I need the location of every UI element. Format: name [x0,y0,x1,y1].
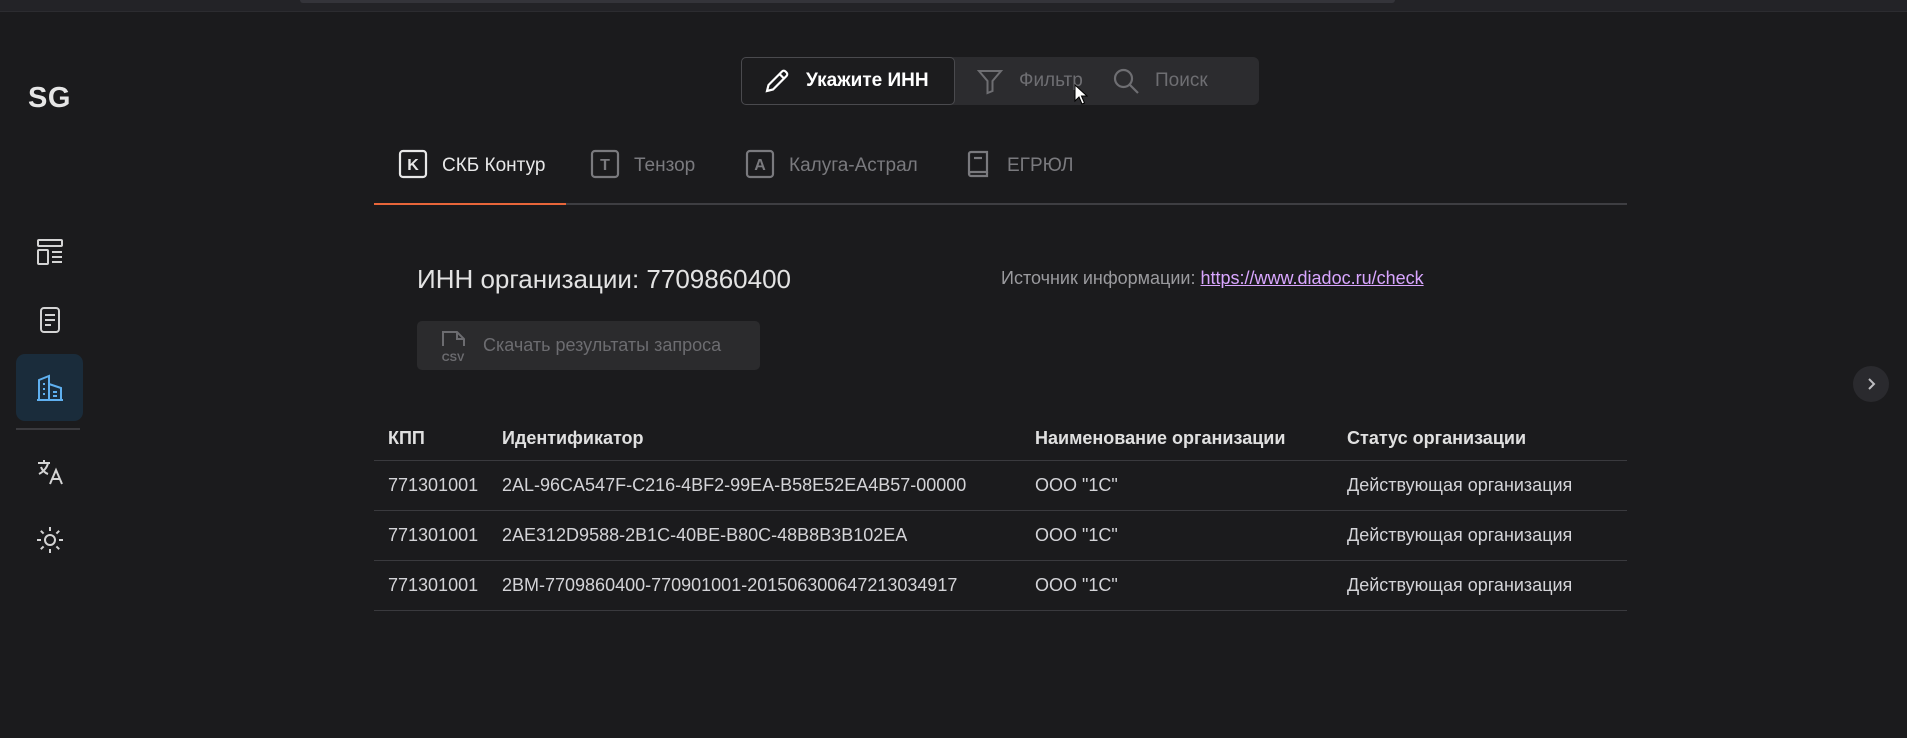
header-org-name: Наименование организации [1035,428,1286,448]
cell-org-name: ООО "1С" [1035,575,1118,595]
window-top-bar [300,0,1395,3]
svg-text:T: T [600,157,610,174]
source-info: Источник информации: https://www.diadoc.… [1001,268,1424,289]
sidebar-item-language[interactable] [16,438,83,505]
header-org-status: Статус организации [1347,428,1527,448]
translate-icon [37,459,63,484]
letter-a-icon: A [745,149,775,179]
cell-org-status: Действующая организация [1347,475,1573,495]
building-icon [36,374,63,401]
cell-identifier: 2AL-96CA547F-C216-4BF2-99EA-B58E52EA4B57… [502,475,967,495]
cell-identifier: 2AE312D9588-2B1C-40BE-B80C-48B8B3B102EA [502,525,908,545]
active-tab-indicator [374,203,566,205]
table-row: 771301001 2AE312D9588-2B1C-40BE-B80C-48B… [374,511,1627,561]
search-mode-button[interactable]: Поиск [1111,57,1251,105]
cell-org-name: ООО "1С" [1035,475,1118,495]
filter-icon [976,70,1004,95]
page-title: ИНН организации: 7709860400 [417,264,792,294]
table-row: 771301001 2AL-96CA547F-C216-4BF2-99EA-B5… [374,461,1627,511]
cell-org-name: ООО "1С" [1035,525,1118,545]
letter-t-icon: T [590,149,620,179]
letter-k-icon: K [398,149,428,179]
tab-egrul[interactable]: ЕГРЮЛ [963,150,1074,203]
tab-kaluga-astral[interactable]: A Калуга-Астрал [745,149,918,203]
download-csv-button[interactable]: CSV Скачать результаты запроса [417,321,760,370]
cell-org-status: Действующая организация [1347,575,1573,595]
provider-tabs: K СКБ Контур T Тензор A Калуга-Астрал ЕГ… [374,146,1627,205]
tab-label: Калуга-Астрал [789,155,918,176]
cell-org-status: Действующая организация [1347,525,1573,545]
sidebar-item-theme[interactable] [16,506,83,573]
table-header: КПП Идентификатор Наименование организац… [374,418,1627,461]
chevron-right-icon [1868,378,1876,390]
header-kpp: КПП [388,428,425,448]
search-mode-label: Поиск [1155,70,1208,91]
tab-label: Тензор [634,155,696,176]
tab-label: ЕГРЮЛ [1007,155,1074,176]
download-label: Скачать результаты запроса [483,335,722,355]
sidebar-item-dashboard[interactable] [16,218,83,285]
source-label: Источник информации: [1001,268,1196,288]
mode-toolbar: Укажите ИНН Фильтр Поиск [741,57,1259,105]
svg-text:CSV: CSV [442,352,465,364]
layout-list-icon [36,238,63,265]
tab-skb-kontur[interactable]: K СКБ Контур [374,149,566,205]
header-identifier: Идентификатор [502,428,644,448]
window-top-strip [0,0,1907,12]
tab-label: СКБ Контур [442,155,546,176]
app-logo: SG [28,82,71,114]
sun-icon [36,526,63,553]
pencil-icon [765,69,789,93]
book-icon [967,150,989,178]
cell-kpp: 771301001 [388,575,479,595]
csv-file-icon: CSV [442,330,465,364]
tab-tenzor[interactable]: T Тензор [590,149,696,203]
table-row: 771301001 2BM-7709860400-770901001-20150… [374,561,1627,611]
sidebar-divider [16,428,80,430]
search-icon [1113,68,1139,94]
cell-kpp: 771301001 [388,525,479,545]
results-table: КПП Идентификатор Наименование организац… [374,418,1627,611]
inn-mode-button[interactable]: Укажите ИНН [741,57,955,105]
svg-text:A: A [754,157,766,174]
sidebar-item-organizations[interactable] [16,354,83,421]
mouse-cursor-icon [1074,84,1088,105]
svg-text:K: K [407,157,419,174]
cell-kpp: 771301001 [388,475,479,495]
sidebar-item-documents[interactable] [16,286,83,353]
next-panel-button[interactable] [1853,366,1889,402]
document-icon [39,306,60,333]
cell-identifier: 2BM-7709860400-770901001-201506300647213… [502,575,958,595]
inn-mode-label: Укажите ИНН [806,70,929,91]
source-link[interactable]: https://www.diadoc.ru/check [1201,268,1424,288]
